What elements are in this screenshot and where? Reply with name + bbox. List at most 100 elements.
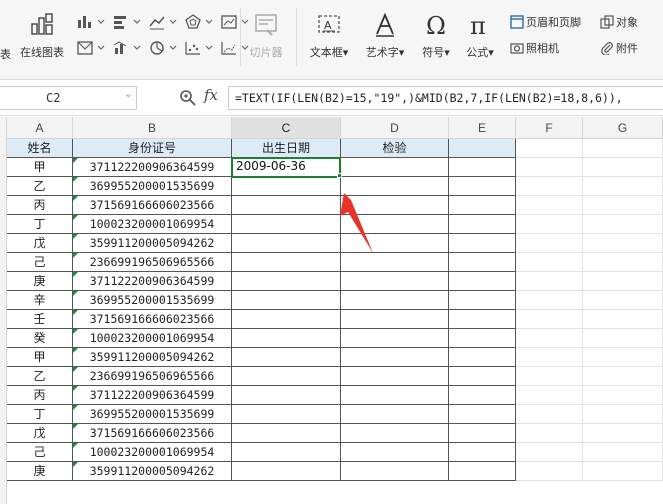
header-cell-empty[interactable] <box>449 139 516 158</box>
cell-empty[interactable] <box>583 215 663 234</box>
cell-empty[interactable] <box>516 196 583 215</box>
cell-empty[interactable] <box>516 310 583 329</box>
column-header-b[interactable]: B <box>73 117 232 139</box>
bar-chart-icon[interactable] <box>112 14 146 30</box>
name-cell[interactable]: 丁 <box>7 405 73 424</box>
check-cell[interactable] <box>341 348 449 367</box>
birth-date-cell[interactable] <box>232 386 341 405</box>
id-cell[interactable]: 100023200001069954 <box>73 443 232 462</box>
table-cell[interactable] <box>449 253 516 272</box>
check-cell[interactable] <box>341 405 449 424</box>
id-cell[interactable]: 371122200906364599 <box>73 272 232 291</box>
column-header-f[interactable]: F <box>516 117 583 139</box>
check-cell[interactable] <box>341 253 449 272</box>
name-cell[interactable]: 戊 <box>7 234 73 253</box>
textbox-button[interactable]: A 文本框▾ <box>302 12 356 60</box>
cell-empty[interactable] <box>583 139 663 158</box>
id-cell[interactable]: 236699196506965566 <box>73 253 232 272</box>
cell-empty[interactable] <box>516 424 583 443</box>
birth-date-cell[interactable] <box>232 196 341 215</box>
birth-date-cell[interactable] <box>232 310 341 329</box>
name-box[interactable]: C2 ⌄ <box>0 86 137 110</box>
cell-empty[interactable] <box>583 462 663 481</box>
cell-empty[interactable] <box>583 348 663 367</box>
name-cell[interactable]: 辛 <box>7 291 73 310</box>
radar-chart-icon[interactable] <box>184 14 218 30</box>
id-cell[interactable]: 236699196506965566 <box>73 367 232 386</box>
cell-empty[interactable] <box>583 329 663 348</box>
line-chart-icon[interactable] <box>148 14 182 30</box>
table-cell[interactable] <box>449 196 516 215</box>
birth-date-cell[interactable] <box>232 291 341 310</box>
name-cell[interactable]: 戊 <box>7 424 73 443</box>
check-cell[interactable] <box>341 158 449 177</box>
name-cell[interactable]: 癸 <box>7 329 73 348</box>
check-cell[interactable] <box>341 291 449 310</box>
check-cell[interactable] <box>341 386 449 405</box>
object-button[interactable]: 对象 <box>600 14 638 30</box>
cell-empty[interactable] <box>583 253 663 272</box>
table-cell[interactable] <box>449 443 516 462</box>
check-cell[interactable] <box>341 310 449 329</box>
check-cell[interactable] <box>341 329 449 348</box>
id-cell[interactable]: 369955200001535699 <box>73 405 232 424</box>
cell-empty[interactable] <box>583 234 663 253</box>
table-cell[interactable] <box>449 310 516 329</box>
check-cell[interactable] <box>341 443 449 462</box>
chevron-down-icon[interactable]: ⌄ <box>124 89 132 100</box>
table-cell[interactable] <box>449 272 516 291</box>
name-cell[interactable]: 己 <box>7 443 73 462</box>
cell-empty[interactable] <box>583 291 663 310</box>
fill-handle[interactable] <box>337 173 342 178</box>
name-cell[interactable]: 丙 <box>7 386 73 405</box>
id-cell[interactable]: 100023200001069954 <box>73 329 232 348</box>
wordart-button[interactable]: 艺术字▾ <box>358 12 412 60</box>
birth-date-cell[interactable] <box>232 367 341 386</box>
id-cell[interactable]: 369955200001535699 <box>73 177 232 196</box>
check-cell[interactable] <box>341 234 449 253</box>
table-cell[interactable] <box>449 348 516 367</box>
id-cell[interactable]: 369955200001535699 <box>73 291 232 310</box>
id-cell[interactable]: 371122200906364599 <box>73 158 232 177</box>
table-cell[interactable] <box>449 386 516 405</box>
birth-date-cell[interactable] <box>232 234 341 253</box>
birth-date-cell[interactable] <box>232 443 341 462</box>
table-cell[interactable] <box>449 177 516 196</box>
table-cell[interactable] <box>449 329 516 348</box>
table-cell[interactable] <box>449 367 516 386</box>
header-cell-id[interactable]: 身份证号 <box>73 139 232 158</box>
column-header-g[interactable]: G <box>583 117 663 139</box>
id-cell[interactable]: 359911200005094262 <box>73 234 232 253</box>
cell-empty[interactable] <box>516 462 583 481</box>
selected-cell-c2[interactable]: 2009-06-36 <box>231 157 341 178</box>
name-cell[interactable]: 庚 <box>7 462 73 481</box>
formula-input[interactable]: =TEXT(IF(LEN(B2)=15,"19",)&MID(B2,7,IF(L… <box>228 86 663 110</box>
birth-date-cell[interactable] <box>232 424 341 443</box>
birth-date-cell[interactable] <box>232 253 341 272</box>
check-cell[interactable] <box>341 196 449 215</box>
name-cell[interactable]: 己 <box>7 253 73 272</box>
check-cell[interactable] <box>341 424 449 443</box>
name-cell[interactable]: 乙 <box>7 367 73 386</box>
cell-empty[interactable] <box>583 196 663 215</box>
id-cell[interactable]: 371122200906364599 <box>73 386 232 405</box>
name-cell[interactable]: 甲 <box>7 158 73 177</box>
name-cell[interactable]: 丙 <box>7 196 73 215</box>
cell-empty[interactable] <box>583 386 663 405</box>
scatter-chart-icon[interactable] <box>184 40 218 56</box>
camera-button[interactable]: 照相机 <box>510 40 559 56</box>
cell-empty[interactable] <box>516 234 583 253</box>
table-cell[interactable] <box>449 158 516 177</box>
column-header-a[interactable]: A <box>7 117 73 139</box>
header-cell-check[interactable]: 检验 <box>341 139 449 158</box>
table-cell[interactable] <box>449 405 516 424</box>
check-cell[interactable] <box>341 177 449 196</box>
cell-empty[interactable] <box>516 158 583 177</box>
chart-cut-label[interactable]: 表 <box>0 46 11 62</box>
cell-empty[interactable] <box>516 329 583 348</box>
id-cell[interactable]: 359911200005094262 <box>73 462 232 481</box>
cell-empty[interactable] <box>516 348 583 367</box>
name-cell[interactable]: 丁 <box>7 215 73 234</box>
cell-empty[interactable] <box>516 367 583 386</box>
cell-empty[interactable] <box>516 272 583 291</box>
